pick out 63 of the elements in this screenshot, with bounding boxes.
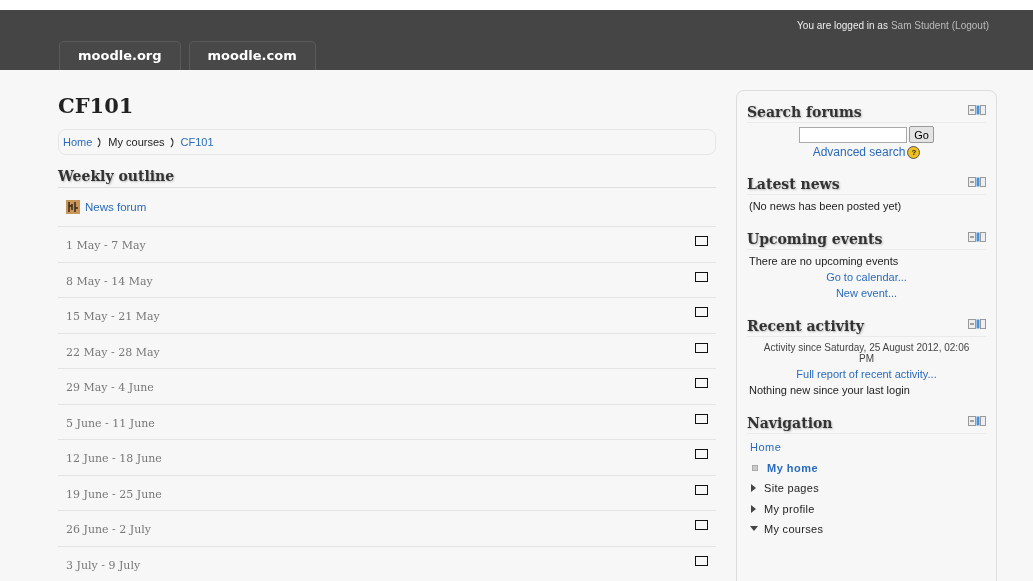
week-title: 26 June - 2 July [66, 522, 151, 537]
block-title: Recent activity [747, 318, 864, 334]
triangle-right-icon[interactable] [750, 504, 758, 513]
week-title: 22 May - 28 May [66, 344, 160, 359]
nav-item[interactable]: Site pages [764, 482, 819, 495]
week-title: 15 May - 21 May [66, 309, 160, 324]
nav-item[interactable]: My profile [764, 502, 815, 515]
square-icon[interactable] [695, 449, 708, 460]
nav-item[interactable]: My courses [764, 523, 824, 536]
go-button[interactable]: Go [909, 126, 934, 143]
square-icon[interactable] [695, 555, 708, 566]
square-icon[interactable] [695, 378, 708, 389]
dock-icon[interactable] [968, 176, 986, 187]
square-icon[interactable] [695, 484, 708, 495]
dock-icon[interactable] [968, 415, 986, 426]
dock-icon[interactable] [968, 318, 986, 329]
breadcrumb-text: My courses [108, 136, 165, 148]
breadcrumb-link[interactable]: CF101 [180, 136, 214, 148]
block-title: Navigation [747, 415, 833, 431]
separator-icon [169, 136, 176, 148]
week-title: 8 May - 14 May [66, 273, 153, 288]
square-icon[interactable] [695, 413, 708, 424]
block-title: Latest news [747, 176, 840, 192]
dock-icon[interactable] [968, 104, 986, 115]
site-tab[interactable]: moodle.org [59, 41, 181, 70]
block-title: Upcoming events [747, 231, 883, 247]
site-tab[interactable]: moodle.com [188, 41, 316, 70]
week-title: 12 June - 18 June [66, 451, 162, 466]
forum-icon [66, 200, 80, 214]
week-title: 3 July - 9 July [66, 557, 141, 572]
block-link[interactable]: New event... [835, 287, 898, 299]
week-title: 5 June - 11 June [66, 415, 155, 430]
search-field[interactable] [799, 126, 908, 143]
block-link[interactable]: Go to calendar... [826, 271, 907, 283]
breadcrumb-link[interactable]: Home [63, 136, 93, 148]
week-title: 19 June - 25 June [66, 486, 162, 501]
logout-link[interactable]: (Logout) [951, 20, 989, 31]
dock-icon[interactable] [968, 231, 986, 242]
square-icon[interactable] [695, 342, 708, 353]
block-title: Search forums [747, 104, 862, 120]
block-text: Nothing new since your last login [748, 383, 911, 398]
square-icon[interactable] [695, 307, 708, 318]
section-heading: Weekly outline [58, 168, 716, 188]
block-link[interactable]: Full report of recent activity... [796, 368, 937, 380]
help-icon[interactable]: ? [907, 145, 921, 159]
nav-link[interactable]: My home [767, 461, 819, 474]
login-text: You are logged in as [797, 20, 888, 31]
block-note: Activity since Saturday, 25 August 2012, 02:06 PM [762, 341, 971, 366]
square-icon[interactable] [695, 520, 708, 531]
triangle-right-icon[interactable] [750, 484, 758, 493]
week-title: 29 May - 4 June [66, 380, 154, 395]
square-icon[interactable] [695, 236, 708, 247]
user-link[interactable]: Sam Student [890, 20, 949, 31]
forum-link[interactable]: News forum [85, 201, 147, 213]
course-title: CF101 [58, 93, 135, 118]
week-title: 1 May - 7 May [66, 238, 146, 253]
block-text: There are no upcoming events [748, 254, 900, 269]
separator-icon [97, 136, 104, 148]
bullet-icon [752, 464, 758, 471]
block-text: (No news has been posted yet) [748, 199, 903, 214]
square-icon[interactable] [695, 271, 708, 282]
nav-link[interactable]: Home [750, 441, 782, 454]
advanced-search-link[interactable]: Advanced search [812, 145, 906, 159]
